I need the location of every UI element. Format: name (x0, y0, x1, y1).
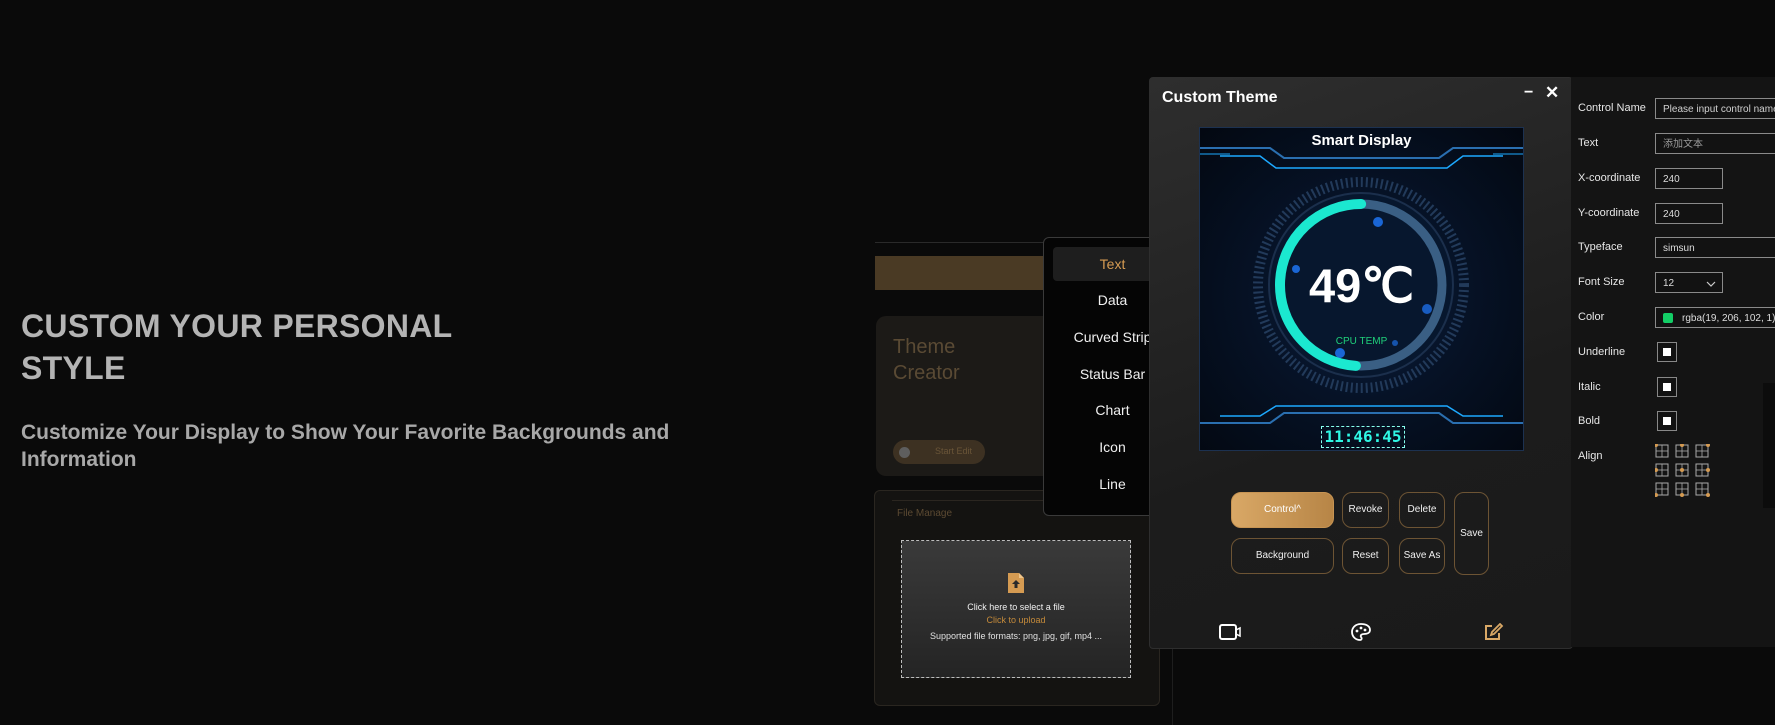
custom-theme-window: Custom Theme − ✕ Smart Display 49℃ CPU T… (1149, 77, 1573, 649)
clock-display[interactable]: 11:46:45 (1321, 426, 1405, 448)
align-top-right-icon[interactable] (1695, 444, 1710, 459)
hero-subheading: Customize Your Display to Show Your Favo… (21, 421, 670, 471)
x-coordinate-input[interactable]: 240 (1655, 168, 1723, 189)
divider (1172, 640, 1173, 725)
toggle-knob (899, 447, 910, 458)
color-value: rgba(19, 206, 102, 1) (1682, 313, 1775, 324)
align-top-left-icon[interactable] (1655, 444, 1670, 459)
color-label: Color (1578, 311, 1605, 323)
align-top-center-icon[interactable] (1675, 444, 1690, 459)
file-manage-label: File Manage (897, 508, 953, 519)
minimize-button[interactable]: − (1524, 84, 1533, 102)
temperature-value: 49℃ (1308, 259, 1415, 312)
underline-checkbox[interactable] (1657, 342, 1677, 362)
start-edit-toggle[interactable]: Start Edit (893, 440, 985, 464)
start-edit-label: Start Edit (935, 446, 973, 456)
chevron-down-icon (1706, 281, 1716, 287)
delete-button[interactable]: Delete (1399, 492, 1445, 528)
align-bottom-center-icon[interactable] (1675, 482, 1690, 497)
y-coordinate-label: Y-coordinate (1578, 207, 1640, 219)
supported-formats: Supported file formats: png, jpg, gif, m… (929, 631, 1103, 641)
x-coordinate-label: X-coordinate (1578, 172, 1641, 184)
bold-label: Bold (1578, 415, 1601, 427)
palette-icon[interactable] (1350, 623, 1372, 641)
header-bar (875, 256, 1045, 290)
font-size-select[interactable]: 12 (1655, 272, 1723, 293)
upload-file-icon (1008, 573, 1024, 593)
font-size-value: 12 (1663, 278, 1675, 289)
upload-link[interactable]: Click to upload (902, 615, 1130, 625)
align-grid (1655, 444, 1715, 504)
background-button[interactable]: Background (1231, 538, 1334, 574)
color-swatch (1663, 313, 1673, 323)
align-label: Align (1578, 450, 1603, 462)
upload-instruction: Click here to select a file (967, 602, 1065, 612)
control-name-label: Control Name (1578, 102, 1646, 114)
file-upload-dropzone[interactable]: Click here to select a file Click to upl… (901, 540, 1131, 678)
underline-label: Underline (1578, 346, 1626, 358)
bold-checkbox[interactable] (1657, 411, 1677, 431)
scroll-edge (1763, 383, 1775, 508)
close-button[interactable]: ✕ (1545, 83, 1559, 103)
font-size-label: Font Size (1578, 276, 1625, 288)
properties-panel: Control Name Please input control name T… (1571, 77, 1775, 647)
align-middle-center-icon[interactable] (1675, 463, 1690, 478)
chevron-up-icon: ^ (1296, 504, 1301, 515)
italic-label: Italic (1578, 381, 1601, 393)
y-coordinate-input[interactable]: 240 (1655, 203, 1723, 224)
typeface-label: Typeface (1578, 241, 1623, 253)
text-label: Text (1578, 137, 1599, 149)
save-button[interactable]: Save (1454, 492, 1489, 575)
preview-title: Smart Display (1311, 132, 1412, 149)
italic-checkbox[interactable] (1657, 377, 1677, 397)
reset-button[interactable]: Reset (1342, 538, 1389, 574)
display-preview[interactable]: Smart Display 49℃ CPU TEMP 11:46:45 (1199, 127, 1524, 451)
typeface-select[interactable]: simsun (1655, 237, 1775, 258)
divider (875, 242, 1045, 243)
align-bottom-right-icon[interactable] (1695, 482, 1710, 497)
control-name-input[interactable]: Please input control name (1655, 98, 1775, 119)
theme-creator-title: Theme Creator (893, 336, 960, 384)
temperature-label: CPU TEMP (1335, 336, 1388, 347)
color-picker[interactable]: rgba(19, 206, 102, 1) (1655, 307, 1775, 328)
hero-section: CUSTOM YOUR PERSONAL STYLE Customize You… (21, 305, 721, 473)
theme-creator-card: Theme Creator Start Edit (876, 316, 1066, 476)
align-middle-left-icon[interactable] (1655, 463, 1670, 478)
save-as-button[interactable]: Save As (1399, 538, 1445, 574)
video-icon[interactable] (1219, 623, 1241, 641)
control-label: Control (1264, 504, 1297, 515)
align-middle-right-icon[interactable] (1695, 463, 1710, 478)
align-bottom-left-icon[interactable] (1655, 482, 1670, 497)
text-input[interactable]: 添加文本 (1655, 133, 1775, 154)
divider (892, 500, 1047, 501)
hero-heading: CUSTOM YOUR PERSONAL STYLE (21, 308, 453, 386)
window-title: Custom Theme (1162, 89, 1278, 106)
control-button[interactable]: Control^ (1231, 492, 1334, 528)
revoke-button[interactable]: Revoke (1342, 492, 1389, 528)
edit-icon[interactable] (1483, 623, 1505, 641)
